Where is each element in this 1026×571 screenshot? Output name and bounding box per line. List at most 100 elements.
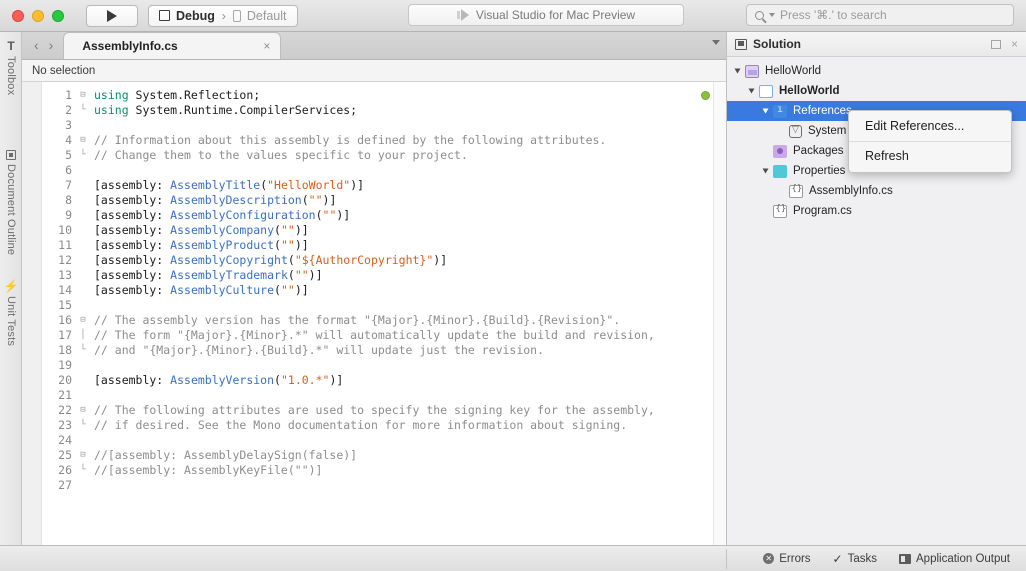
breakpoint-margin[interactable] bbox=[22, 82, 42, 545]
line-number: 25 bbox=[58, 448, 72, 462]
editor-scrollbar[interactable] bbox=[713, 82, 726, 545]
code-token: // and "{Major}.{Minor}.{Build}.*" will … bbox=[94, 343, 545, 357]
context-menu[interactable]: Edit References... Refresh bbox=[848, 110, 1012, 173]
code-token: "" bbox=[280, 223, 295, 237]
fold-marker-icon: └ bbox=[80, 105, 86, 115]
menu-item-refresh[interactable]: Refresh bbox=[849, 144, 1011, 169]
tree-item-helloworld[interactable]: HelloWorld bbox=[727, 81, 1026, 101]
code-editor[interactable]: 1 2 3 4 5 6 7 8 9 10 11 12 13 14 15 16 17 18 19 20 21 22 23 24 2… bbox=[22, 82, 726, 545]
code-token: ( bbox=[301, 193, 309, 207]
code-token: AssemblyConfiguration bbox=[170, 208, 316, 222]
code-token: AssemblyDescription bbox=[170, 193, 302, 207]
device-label: Default bbox=[246, 8, 287, 23]
line-number: 21 bbox=[58, 388, 72, 402]
line-number: 18 bbox=[58, 343, 72, 357]
line-number: 24 bbox=[58, 433, 72, 447]
toolbox-icon: T bbox=[7, 39, 15, 53]
code-line: [assembly: AssemblyTrademark("")] bbox=[94, 268, 726, 283]
menu-item-edit-references[interactable]: Edit References... bbox=[849, 114, 1011, 139]
code-token: [assembly: bbox=[94, 283, 171, 297]
chevron-down-icon[interactable] bbox=[712, 40, 720, 45]
code-line: using System.Reflection; bbox=[94, 88, 726, 103]
sidebar-item-label: Document Outline bbox=[5, 164, 17, 256]
code-text[interactable]: using System.Reflection; using System.Run… bbox=[90, 82, 726, 545]
code-line: [assembly: AssemblyTitle("HelloWorld")] bbox=[94, 178, 726, 193]
sidebar-item-label: Unit Tests bbox=[5, 296, 17, 347]
close-icon[interactable]: × bbox=[1011, 38, 1018, 50]
code-folding-column[interactable]: ⊟ └ ⊟ └ ⊟ │ └ ⊟ └ ⊟ └ bbox=[76, 82, 90, 545]
sidebar-item-unit-tests[interactable]: ⚡ Unit Tests bbox=[0, 280, 22, 346]
application-title: Visual Studio for Mac Preview bbox=[408, 4, 684, 26]
fold-marker-icon: └ bbox=[80, 420, 86, 430]
disclosure-triangle-icon[interactable] bbox=[762, 108, 769, 114]
fold-marker-icon: └ bbox=[80, 465, 86, 475]
line-number: 5 bbox=[65, 148, 72, 162]
tree-item-label: References bbox=[793, 105, 852, 117]
configuration-icon bbox=[159, 10, 170, 21]
code-token: ( bbox=[274, 223, 281, 237]
line-number: 14 bbox=[58, 283, 72, 297]
sidebar-item-toolbox[interactable]: T Toolbox bbox=[0, 40, 22, 95]
tree-item-program-cs[interactable]: Program.cs bbox=[727, 201, 1026, 221]
configuration-selector[interactable]: Debug › Default bbox=[148, 4, 298, 27]
code-token: AssemblyTitle bbox=[170, 178, 261, 192]
unit-tests-icon: ⚡ bbox=[3, 279, 19, 293]
code-token: )] bbox=[322, 193, 337, 207]
minimize-window-button[interactable] bbox=[32, 9, 44, 22]
line-number: 23 bbox=[58, 418, 72, 432]
status-item-application-output[interactable]: Application Output bbox=[899, 553, 1010, 565]
tree-item-helloworld[interactable]: HelloWorld bbox=[727, 61, 1026, 81]
run-button[interactable] bbox=[86, 4, 138, 27]
status-item-tasks[interactable]: ✓ Tasks bbox=[833, 553, 877, 565]
status-item-label: Tasks bbox=[847, 552, 878, 565]
play-icon bbox=[107, 9, 117, 22]
tree-item-assemblyinfo-cs[interactable]: AssemblyInfo.cs bbox=[727, 181, 1026, 201]
fold-marker-icon[interactable]: ⊟ bbox=[76, 448, 90, 463]
fold-marker-icon[interactable]: ⊟ bbox=[76, 403, 90, 418]
close-icon[interactable]: × bbox=[263, 40, 270, 52]
code-token: )] bbox=[308, 268, 323, 282]
line-number: 27 bbox=[58, 478, 72, 492]
code-token: )] bbox=[294, 283, 309, 297]
fold-marker-icon[interactable]: ⊟ bbox=[76, 133, 90, 148]
sidebar-item-document-outline[interactable]: Document Outline bbox=[0, 150, 22, 255]
code-line: [assembly: AssemblyCulture("")] bbox=[94, 283, 726, 298]
editor-area: ‹ › AssemblyInfo.cs × No selection 12345… bbox=[22, 32, 726, 545]
code-token: )] bbox=[294, 238, 309, 252]
code-token: AssemblyCopyright bbox=[170, 253, 288, 267]
nav-back-button[interactable]: ‹ bbox=[30, 38, 43, 52]
code-token: ( bbox=[315, 208, 323, 222]
disclosure-triangle-icon[interactable] bbox=[748, 88, 755, 94]
search-icon bbox=[755, 10, 764, 20]
zoom-window-button[interactable] bbox=[52, 9, 64, 22]
fold-marker-icon[interactable]: ⊟ bbox=[76, 88, 90, 103]
visual-studio-mac-window: Debug › Default Visual Studio for Mac Pr… bbox=[0, 0, 1026, 571]
editor-tab-assemblyinfo[interactable]: AssemblyInfo.cs × bbox=[63, 32, 282, 59]
code-token: // The assembly version has the format "… bbox=[94, 313, 621, 327]
fold-marker-icon[interactable]: ⊟ bbox=[76, 313, 90, 328]
code-token: "HelloWorld" bbox=[267, 178, 351, 192]
disclosure-triangle-icon[interactable] bbox=[734, 68, 741, 74]
packages-folder-icon bbox=[773, 144, 787, 158]
code-token: [assembly: bbox=[94, 223, 171, 237]
line-number: 12 bbox=[58, 253, 72, 267]
search-field[interactable]: Press '⌘.' to search bbox=[746, 4, 1014, 26]
nav-forward-button[interactable]: › bbox=[45, 38, 58, 52]
navigation-buttons: ‹ › bbox=[22, 31, 63, 59]
code-token: )] bbox=[294, 223, 309, 237]
dock-icon[interactable] bbox=[990, 39, 1001, 49]
disclosure-triangle-icon[interactable] bbox=[762, 168, 769, 174]
code-token: "1.0.*" bbox=[280, 373, 330, 387]
line-number: 20 bbox=[58, 373, 72, 387]
close-window-button[interactable] bbox=[12, 9, 24, 22]
status-item-errors[interactable]: ✕ Errors bbox=[763, 553, 811, 565]
code-token: using bbox=[94, 88, 129, 102]
